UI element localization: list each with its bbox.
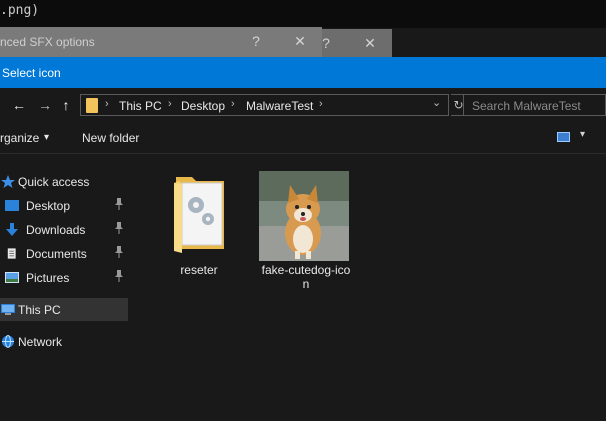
breadcrumb-malwaretest[interactable]: MalwareTest bbox=[246, 99, 313, 113]
sidebar-item-label: Pictures bbox=[26, 271, 70, 285]
pin-icon bbox=[114, 198, 124, 213]
sidebar-item-pictures[interactable]: Pictures bbox=[0, 266, 128, 289]
chevron-down-icon[interactable]: ⌄ bbox=[432, 96, 441, 109]
breadcrumb-separator: › bbox=[319, 98, 323, 110]
sidebar-item-label: Documents bbox=[26, 247, 87, 261]
breadcrumb-desktop[interactable]: Desktop bbox=[181, 99, 225, 113]
bg1-title: nced SFX options bbox=[0, 35, 95, 49]
view-dropdown-icon[interactable]: ▾ bbox=[580, 129, 585, 140]
sidebar-item-label: Network bbox=[18, 335, 63, 349]
background-dialog-1: nced SFX options ? ✕ bbox=[0, 27, 322, 57]
pictures-icon bbox=[5, 272, 19, 283]
sidebar-item-label: This PC bbox=[18, 303, 61, 317]
file-name-continued: n bbox=[302, 277, 310, 291]
organize-button[interactable]: rganize bbox=[0, 131, 39, 145]
breadcrumb-separator: › bbox=[168, 98, 172, 110]
network-icon bbox=[2, 335, 14, 348]
up-arrow-icon[interactable]: ↑ bbox=[56, 95, 76, 115]
view-mode-icon[interactable] bbox=[557, 132, 570, 142]
select-icon-dialog: Select icon ← → ↑ › This PC › Desktop › … bbox=[0, 57, 606, 421]
search-placeholder: Search MalwareTest bbox=[472, 99, 581, 113]
organize-dropdown-icon[interactable]: ▾ bbox=[44, 132, 49, 143]
computer-icon bbox=[1, 304, 15, 315]
new-folder-button[interactable]: New folder bbox=[82, 131, 139, 145]
sidebar-item-documents[interactable]: Documents bbox=[0, 242, 128, 265]
file-item-reseter[interactable]: reseter bbox=[156, 163, 242, 277]
dialog-titlebar: Select icon bbox=[0, 57, 606, 88]
sidebar-item-label: Desktop bbox=[26, 199, 71, 213]
sidebar-item-downloads[interactable]: Downloads bbox=[0, 218, 128, 241]
search-input[interactable]: Search MalwareTest bbox=[463, 94, 606, 116]
breadcrumb-separator: › bbox=[231, 98, 235, 110]
back-arrow-icon[interactable]: ← bbox=[9, 95, 29, 115]
folder-icon bbox=[86, 98, 98, 113]
file-name: reseter bbox=[180, 263, 218, 277]
pin-icon bbox=[114, 222, 124, 237]
sidebar-item-label: Quick access bbox=[18, 175, 90, 189]
download-arrow-icon bbox=[6, 223, 18, 236]
forward-arrow-icon[interactable]: → bbox=[35, 95, 55, 115]
sidebar-item-label: Downloads bbox=[26, 223, 86, 237]
breadcrumb-separator: › bbox=[105, 98, 109, 110]
terminal-background: .png) bbox=[0, 0, 606, 28]
document-icon bbox=[7, 248, 16, 259]
pin-icon bbox=[114, 246, 124, 261]
star-icon bbox=[1, 175, 15, 188]
file-item-fake-cutedog-icon[interactable]: fake-cutedog-ico n bbox=[254, 163, 358, 293]
sidebar-item-this-pc[interactable]: This PC bbox=[0, 298, 128, 321]
pin-icon bbox=[114, 270, 124, 285]
bg1-help-button[interactable]: ? bbox=[246, 32, 266, 50]
sidebar-item-desktop[interactable]: Desktop bbox=[0, 194, 128, 217]
bg1-close-button[interactable]: ✕ bbox=[290, 32, 310, 50]
sidebar-item-network[interactable]: Network bbox=[0, 330, 128, 353]
navigation-bar: ← → ↑ › This PC › Desktop › MalwareTest … bbox=[0, 88, 606, 121]
dog-thumbnail-image bbox=[259, 171, 349, 261]
bg2-close-button[interactable]: ✕ bbox=[360, 34, 380, 52]
navigation-pane: Quick access Desktop Downloads Documents… bbox=[0, 155, 130, 421]
sidebar-item-quick-access[interactable]: Quick access bbox=[0, 170, 128, 193]
dialog-title: Select icon bbox=[2, 66, 61, 80]
desktop-icon bbox=[5, 200, 19, 211]
folder-with-gears-icon bbox=[174, 177, 224, 253]
file-name: fake-cutedog-ico bbox=[261, 263, 351, 277]
command-toolbar: rganize ▾ New folder ▾ bbox=[0, 121, 606, 154]
address-bar[interactable]: › This PC › Desktop › MalwareTest › ⌄ bbox=[80, 94, 449, 116]
breadcrumb-this-pc[interactable]: This PC bbox=[119, 99, 162, 113]
file-list: reseter fake-cutedog-ico n bbox=[131, 155, 606, 421]
terminal-text: .png) bbox=[0, 3, 40, 18]
